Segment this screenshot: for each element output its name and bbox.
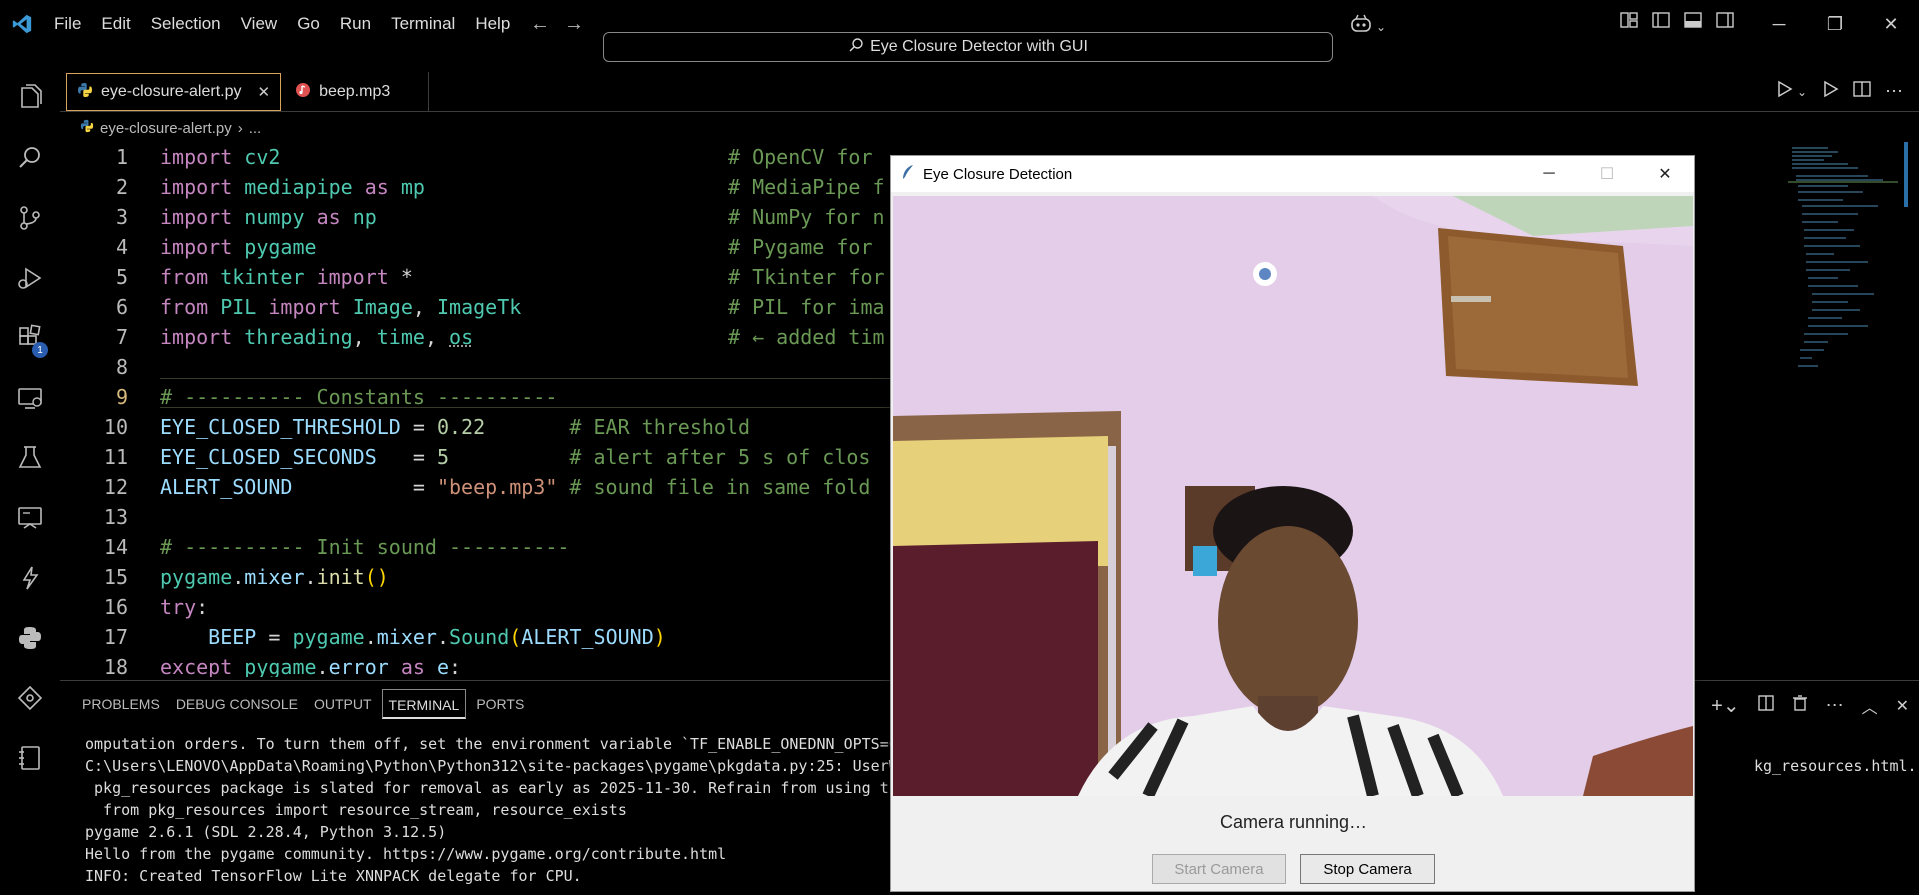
forward-arrow-icon[interactable]: →	[564, 13, 584, 36]
terminal-line: omputation orders. To turn them off, set…	[85, 735, 898, 753]
chevron-down-icon: ⌄	[1376, 19, 1387, 34]
copilot-button[interactable]: ⌄	[1350, 14, 1386, 39]
menu-help[interactable]: Help	[465, 0, 520, 48]
close-icon[interactable]: ✕	[1863, 0, 1919, 48]
dialog-title-bar: Eye Closure Detection ─ ☐ ✕	[891, 156, 1694, 192]
tab-label: eye-closure-alert.py	[101, 83, 242, 100]
customize-layout-icon[interactable]	[1620, 12, 1638, 33]
explorer-icon[interactable]	[0, 68, 60, 128]
close-panel-icon[interactable]: ✕	[1896, 696, 1909, 716]
audio-file-icon	[295, 82, 311, 103]
tab-problems[interactable]: PROBLEMS	[76, 689, 166, 719]
breadcrumb: eye-closure-alert.py › ...	[80, 116, 261, 140]
close-icon[interactable]: ✕	[1636, 156, 1694, 192]
more-actions-icon[interactable]: ⋯	[1826, 695, 1844, 716]
menu-terminal[interactable]: Terminal	[381, 0, 465, 48]
trash-icon[interactable]	[1792, 695, 1808, 716]
breadcrumb-rest[interactable]: ...	[249, 120, 262, 137]
start-camera-button[interactable]: Start Camera	[1152, 854, 1286, 884]
menu-go[interactable]: Go	[287, 0, 330, 48]
search-icon[interactable]	[0, 128, 60, 188]
toggle-secondary-sidebar-icon[interactable]	[1716, 12, 1734, 33]
restore-icon[interactable]: ❐	[1807, 0, 1863, 48]
feather-icon	[901, 164, 915, 184]
search-icon	[848, 37, 864, 58]
terminal-line: INFO: Created TensorFlow Lite XNNPACK de…	[85, 867, 582, 885]
layout-controls	[1620, 12, 1734, 33]
tab-label: beep.mp3	[319, 83, 391, 100]
tab-debug-console[interactable]: DEBUG CONSOLE	[170, 689, 304, 719]
dialog-title: Eye Closure Detection	[923, 165, 1073, 183]
notebook-icon[interactable]	[0, 728, 60, 788]
maximize-icon: ☐	[1599, 166, 1615, 183]
chevron-down-icon[interactable]: ⌄	[1797, 85, 1807, 99]
panel-actions: e +⌄ ⋯ ︿ ✕	[1685, 693, 1909, 718]
nav-arrows: ← →	[530, 0, 584, 48]
breadcrumb-file[interactable]: eye-closure-alert.py	[100, 120, 232, 137]
title-bar: File Edit Selection View Go Run Terminal…	[0, 0, 1919, 62]
terminal-line: C:\Users\LENOVO\AppData\Roaming\Python\P…	[85, 757, 898, 775]
terminal-output[interactable]: omputation orders. To turn them off, set…	[85, 733, 898, 887]
tab-eye-closure-alert[interactable]: eye-closure-alert.py ✕	[66, 73, 282, 111]
git-graph-icon[interactable]	[0, 668, 60, 728]
python-file-icon	[77, 82, 93, 103]
minimap[interactable]	[1788, 142, 1908, 402]
split-terminal-icon[interactable]	[1757, 695, 1774, 716]
toggle-panel-icon[interactable]	[1684, 12, 1702, 33]
more-actions-icon[interactable]: ⋯	[1885, 81, 1903, 102]
new-terminal-icon[interactable]: +⌄	[1711, 693, 1739, 718]
menu-selection[interactable]: Selection	[141, 0, 231, 48]
minimize-icon[interactable]: ─	[1751, 0, 1807, 48]
editor-actions: ⌄ ⋯	[1775, 80, 1903, 103]
run-file-icon[interactable]	[1821, 80, 1839, 103]
terminal-line-fragment: kg_resources.html. The	[1754, 757, 1917, 775]
menu-edit[interactable]: Edit	[91, 0, 140, 48]
panel-tabs: PROBLEMS DEBUG CONSOLE OUTPUT TERMINAL P…	[76, 689, 530, 719]
terminal-line: pkg_resources package is slated for remo…	[85, 779, 898, 797]
menu-run[interactable]: Run	[330, 0, 381, 48]
vscode-window: File Edit Selection View Go Run Terminal…	[0, 0, 1919, 895]
lightning-icon[interactable]	[0, 548, 60, 608]
tab-ports[interactable]: PORTS	[470, 689, 530, 719]
stop-camera-button[interactable]: Stop Camera	[1300, 854, 1435, 884]
menu-bar: File Edit Selection View Go Run Terminal…	[44, 0, 520, 48]
dialog-window-controls: ─ ☐ ✕	[1520, 156, 1694, 192]
close-tab-icon[interactable]: ✕	[258, 83, 271, 101]
extensions-icon[interactable]: 1	[0, 308, 60, 368]
window-controls: ─ ❐ ✕	[1751, 0, 1919, 48]
extensions-badge: 1	[32, 342, 48, 358]
vscode-logo-icon	[0, 0, 44, 48]
python-file-icon	[80, 119, 94, 137]
run-debug-icon[interactable]	[0, 248, 60, 308]
tab-beep-mp3[interactable]: beep.mp3	[281, 72, 430, 112]
camera-feed	[893, 196, 1693, 796]
back-arrow-icon[interactable]: ←	[530, 13, 550, 36]
remote-window-icon[interactable]	[0, 488, 60, 548]
remote-explorer-icon[interactable]	[0, 368, 60, 428]
eye-closure-detection-window: Eye Closure Detection ─ ☐ ✕ Camera runni…	[890, 155, 1695, 892]
maximize-panel-icon[interactable]: ︿	[1862, 694, 1878, 718]
source-control-icon[interactable]	[0, 188, 60, 248]
editor-tabs: eye-closure-alert.py ✕ beep.mp3	[60, 72, 1919, 112]
copilot-icon	[1350, 14, 1372, 39]
run-python-icon[interactable]	[1775, 80, 1793, 103]
toggle-primary-sidebar-icon[interactable]	[1652, 12, 1670, 33]
split-editor-icon[interactable]	[1853, 81, 1871, 102]
tab-terminal[interactable]: TERMINAL	[381, 689, 467, 719]
testing-icon[interactable]	[0, 428, 60, 488]
python-icon[interactable]	[0, 608, 60, 668]
activity-bar: 1	[0, 68, 60, 895]
minimize-icon[interactable]: ─	[1520, 156, 1578, 192]
tab-output[interactable]: OUTPUT	[308, 689, 378, 719]
breadcrumb-sep: ›	[237, 119, 243, 137]
status-label: Camera running…	[1219, 812, 1368, 832]
command-center-search[interactable]: Eye Closure Detector with GUI	[603, 32, 1333, 62]
search-text: Eye Closure Detector with GUI	[870, 38, 1088, 55]
menu-view[interactable]: View	[231, 0, 288, 48]
terminal-line: pygame 2.6.1 (SDL 2.28.4, Python 3.12.5)	[85, 823, 447, 841]
terminal-line: from pkg_resources import resource_strea…	[85, 801, 627, 819]
menu-file[interactable]: File	[44, 0, 91, 48]
terminal-line: Hello from the pygame community. https:/…	[85, 845, 727, 863]
